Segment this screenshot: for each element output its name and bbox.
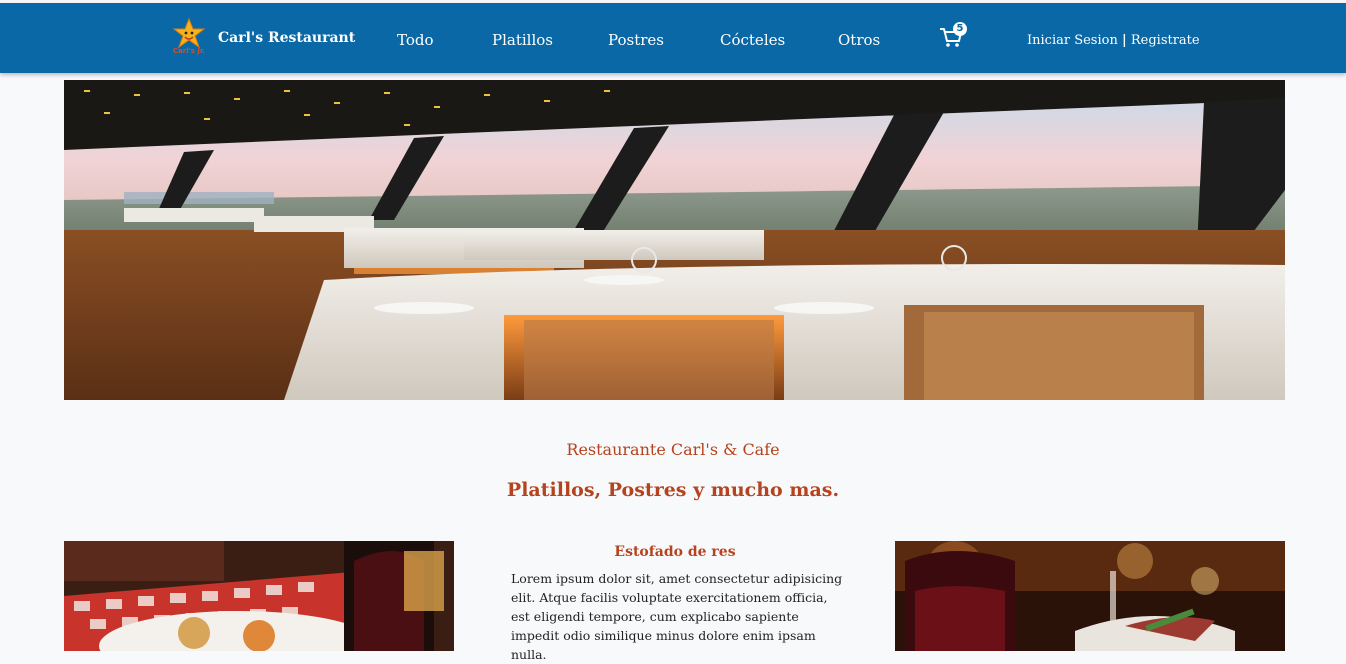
hero-image (64, 80, 1285, 400)
dish-description: Lorem ipsum dolor sit, amet consectetur … (511, 571, 843, 662)
nav-postres[interactable]: Postres (608, 31, 664, 49)
nav-todo[interactable]: Todo (397, 31, 434, 49)
carls-star-logo-icon: Carl's Jr. (168, 17, 210, 59)
dish-image-right[interactable] (895, 541, 1285, 651)
login-link[interactable]: Iniciar Sesion (1027, 33, 1118, 48)
top-navbar: Carl's Jr. Carl's Restaurant Todo Platil… (0, 3, 1346, 73)
dish-image-left[interactable] (64, 541, 454, 651)
auth-links: Iniciar Sesion | Registrate (1027, 33, 1200, 48)
nav-cocteles[interactable]: Cócteles (720, 31, 785, 49)
logo-caption: Carl's Jr. (172, 47, 206, 55)
register-link[interactable]: Registrate (1131, 33, 1200, 48)
auth-separator: | (1121, 33, 1127, 48)
nav-platillos[interactable]: Platillos (492, 31, 553, 49)
nav-otros[interactable]: Otros (838, 31, 880, 49)
brand-name[interactable]: Carl's Restaurant (218, 30, 355, 46)
intro-subtitle: Restaurante Carl's & Cafe (566, 440, 780, 459)
intro-headline: Platillos, Postres y mucho mas. (506, 479, 840, 501)
cart-count-badge: 5 (953, 22, 967, 36)
dish-title: Estofado de res (614, 544, 736, 560)
brand-link[interactable]: Carl's Jr. Carl's Restaurant (168, 17, 355, 59)
